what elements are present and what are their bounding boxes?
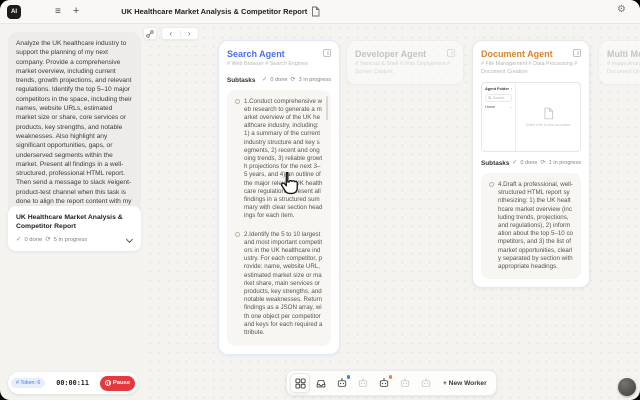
- sidebar-toggle-icon[interactable]: ≡: [53, 5, 63, 19]
- agent-tags-developer: # Terminal & Shell # Web Deployment # Sc…: [355, 61, 455, 76]
- scrollbar-thumb[interactable]: [326, 96, 328, 120]
- share-button[interactable]: [143, 27, 157, 40]
- agent-title-document: Document Agent: [481, 49, 553, 59]
- check-icon: ✓: [16, 237, 21, 244]
- spinner-icon: ⟳: [45, 237, 50, 244]
- subtask-item[interactable]: 4.Draft a professional, well-structured …: [489, 181, 573, 271]
- agent-card-document: Document Agent # File Management # Data …: [472, 40, 590, 288]
- robot-icon: [420, 377, 432, 389]
- done-count: 0 done: [270, 77, 287, 83]
- file-preview-empty-state: Select a file to view its content: [516, 83, 580, 151]
- app-window: AI ≡ + UK Healthcare Market Analysis & C…: [0, 0, 640, 400]
- inbox-button[interactable]: [311, 373, 331, 393]
- agent-tags-search: # Web Browser # Search Engines: [227, 61, 331, 69]
- title-bar: AI ≡ + UK Healthcare Market Analysis & C…: [0, 0, 640, 24]
- subtasks-label: Subtasks: [481, 160, 509, 167]
- status-dot: [347, 375, 351, 379]
- expand-panel-icon[interactable]: [447, 49, 455, 57]
- done-count: 0 done: [24, 237, 42, 243]
- spinner-icon: ⟳: [540, 160, 545, 166]
- check-icon: ✓: [512, 160, 517, 166]
- agent-title-developer: Developer Agent: [355, 49, 426, 59]
- robot-icon: [378, 377, 390, 389]
- radio-circle-icon[interactable]: [235, 99, 240, 104]
- subtasks-label: Subtasks: [227, 77, 255, 84]
- worker-developer-agent-button[interactable]: [353, 373, 373, 393]
- pause-button[interactable]: Pause: [100, 376, 135, 391]
- grid-view-button[interactable]: [290, 373, 310, 393]
- worker-extra-agent-button[interactable]: [416, 373, 436, 393]
- grid-icon: [295, 378, 306, 389]
- spinner-icon: ⟳: [290, 77, 295, 83]
- file-icon: [543, 107, 554, 120]
- prompt-text: Analyze the UK healthcare industry to su…: [16, 40, 132, 214]
- agent-card-multimodal: Multi Modal Agent # Image Analysis # Vid…: [598, 40, 640, 85]
- inbox-icon: [315, 378, 327, 389]
- search-icon: [488, 96, 492, 100]
- folder-menu-icon[interactable]: ›: [511, 86, 512, 91]
- agent-tags-document: # File Management # Data Processing # Do…: [481, 61, 581, 76]
- subtask-item[interactable]: 1.Conduct comprehensive web research to …: [235, 98, 323, 221]
- worker-multimodal-agent-button[interactable]: [395, 373, 415, 393]
- expand-panel-icon[interactable]: [323, 49, 331, 57]
- subtask-list: 4.Draft a professional, well-structured …: [481, 173, 581, 279]
- check-icon: ✓: [262, 77, 267, 83]
- document-icon[interactable]: [311, 6, 320, 17]
- robot-icon: [399, 377, 411, 389]
- subtask-list: 1.Conduct comprehensive web research to …: [227, 90, 331, 346]
- agent-title-search: Search Agent: [227, 49, 285, 59]
- agent-tags-multimodal: # Image Analysis # Video Processing # Do…: [607, 61, 640, 76]
- status-dot: [389, 375, 393, 379]
- done-count: 0 done: [520, 160, 537, 166]
- window-title: UK Healthcare Market Analysis & Competit…: [121, 7, 307, 16]
- settings-gear-icon[interactable]: ⚙: [617, 4, 626, 15]
- user-prompt-message: Analyze the UK healthcare industry to su…: [8, 32, 141, 223]
- progress-count: 1 in progress: [549, 160, 581, 166]
- history-nav: ‹ ›: [161, 27, 199, 40]
- empty-caption: Select a file to view its content: [526, 123, 570, 127]
- back-button[interactable]: ‹: [162, 28, 180, 39]
- task-summary-card[interactable]: UK Healthcare Market Analysis & Competit…: [8, 206, 141, 251]
- subtask-item[interactable]: 2.Identify the 5 to 10 largest and most …: [235, 231, 323, 338]
- preview-search-input[interactable]: Search: [485, 94, 512, 102]
- floating-globe-button[interactable]: [618, 378, 636, 396]
- forward-button[interactable]: ›: [181, 28, 199, 39]
- file-browser-sidebar: Agent Folder › Search Home ⌄: [482, 83, 516, 151]
- pause-icon: [105, 380, 111, 386]
- chevron-down-icon: ⌄: [509, 105, 512, 109]
- new-task-icon[interactable]: +: [71, 4, 81, 19]
- progress-count: 3 in progress: [299, 77, 331, 83]
- share-link-icon: [146, 30, 154, 38]
- radio-circle-icon[interactable]: [235, 232, 240, 237]
- home-tree-item[interactable]: Home ⌄: [485, 105, 512, 109]
- agent-card-developer: Developer Agent # Terminal & Shell # Web…: [346, 40, 464, 85]
- agent-card-search: Search Agent # Web Browser # Search Engi…: [218, 40, 340, 355]
- folder-header[interactable]: Agent Folder ›: [485, 86, 512, 91]
- worker-document-agent-button[interactable]: [374, 373, 394, 393]
- agent-title-multimodal: Multi Modal Agent: [607, 49, 640, 59]
- elapsed-timer: 00:00:11: [45, 379, 100, 387]
- robot-icon: [357, 377, 369, 389]
- robot-icon: [336, 377, 348, 389]
- worker-toolbar: + New Worker: [286, 370, 497, 396]
- progress-count: 5 in progress: [54, 237, 88, 243]
- new-worker-button[interactable]: + New Worker: [437, 380, 493, 387]
- radio-circle-icon[interactable]: [489, 182, 494, 187]
- expand-panel-icon[interactable]: [573, 49, 581, 57]
- app-logo: AI: [7, 5, 21, 19]
- file-browser-preview: Agent Folder › Search Home ⌄: [481, 82, 581, 152]
- worker-search-agent-button[interactable]: [332, 373, 352, 393]
- session-footer: # Token: 6 00:00:11 Pause: [8, 372, 138, 394]
- token-badge: # Token: 6: [11, 378, 45, 388]
- task-title: UK Healthcare Market Analysis & Competit…: [16, 213, 133, 231]
